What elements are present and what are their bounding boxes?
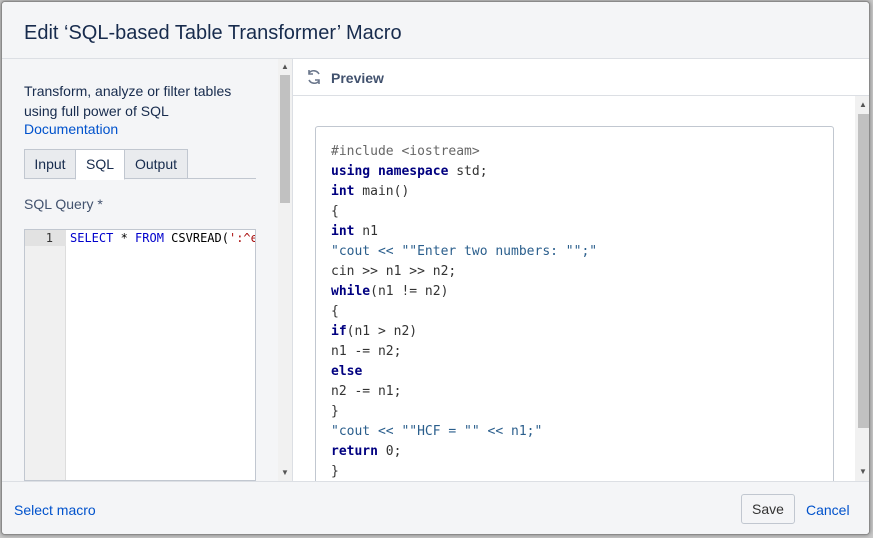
preview-scrollbar[interactable]: ▲ ▼ — [855, 96, 869, 481]
left-scroll-thumb[interactable] — [280, 75, 290, 203]
code-line: using namespace std; — [331, 164, 488, 179]
code-keyword: if — [331, 324, 347, 339]
sql-editor[interactable]: 1 SELECT * FROM CSVREAD(':^e — [24, 229, 256, 481]
code-line: cin >> n1 >> n2; — [331, 264, 457, 279]
dialog-title: Edit ‘SQL-based Table Transformer’ Macro — [24, 22, 402, 44]
code-line: "cout << ""Enter two numbers: "";" — [331, 244, 598, 259]
code-block: #include <iostream> using namespace std;… — [315, 126, 834, 481]
code-keyword: int — [331, 224, 355, 239]
code-keyword: return — [331, 444, 378, 459]
tab-sql[interactable]: SQL — [75, 149, 125, 180]
code-line: { — [331, 204, 339, 219]
sql-function: CSVREAD( — [163, 231, 229, 245]
sql-query-label: SQL Query * — [24, 196, 103, 212]
code-keyword: while — [331, 284, 371, 299]
line-number: 1 — [25, 230, 66, 246]
code-line: "cout << ""HCF = "" << n1;" — [331, 424, 543, 439]
macro-dialog: Edit ‘SQL-based Table Transformer’ Macro… — [1, 1, 870, 535]
code-line: n2 -= n1; — [331, 384, 402, 399]
documentation-link[interactable]: Documentation — [24, 121, 118, 137]
code-line: int n1 — [331, 224, 378, 239]
save-button[interactable]: Save — [741, 494, 795, 524]
code-line: while(n1 != n2) — [331, 284, 449, 299]
code-line: } — [331, 464, 339, 479]
code-line: if(n1 > n2) — [331, 324, 418, 339]
code-line: #include <iostream> — [331, 144, 480, 159]
sql-keyword-select: SELECT — [70, 231, 114, 245]
sql-code-line[interactable]: SELECT * FROM CSVREAD(':^e — [70, 230, 256, 246]
dialog-footer: Select macro Save Cancel — [2, 481, 869, 534]
dialog-header: Edit ‘SQL-based Table Transformer’ Macro — [2, 2, 869, 59]
editor-gutter: 1 — [25, 230, 66, 480]
code-keyword: using namespace — [331, 164, 449, 179]
tab-bar: Input SQL Output — [24, 149, 256, 180]
preview-panel: Preview #include <iostream> using namesp… — [292, 59, 869, 481]
preview-scroll-thumb[interactable] — [858, 114, 869, 428]
preview-pane: #include <iostream> using namespace std;… — [293, 96, 856, 481]
tab-input[interactable]: Input — [24, 149, 76, 179]
left-scrollbar[interactable]: ▲ ▼ — [278, 59, 292, 481]
code-line: } — [331, 404, 339, 419]
code-line: { — [331, 304, 339, 319]
sql-string: ':^e — [228, 231, 256, 245]
preview-header: Preview — [293, 59, 869, 96]
select-macro-link[interactable]: Select macro — [14, 502, 96, 518]
scroll-up-arrow-icon[interactable]: ▲ — [859, 100, 867, 109]
left-panel: Transform, analyze or filter tables usin… — [2, 59, 292, 481]
code-line: else — [331, 364, 363, 379]
code-line: n1 -= n2; — [331, 344, 402, 359]
refresh-icon[interactable] — [305, 68, 323, 86]
code-line: int main() — [331, 184, 410, 199]
code-line: return 0; — [331, 444, 402, 459]
scroll-up-arrow-icon[interactable]: ▲ — [281, 62, 289, 71]
sql-operator: * — [113, 231, 136, 245]
tab-output[interactable]: Output — [124, 149, 188, 179]
sql-keyword-from: FROM — [135, 231, 164, 245]
macro-description: Transform, analyze or filter tables usin… — [24, 83, 232, 119]
scroll-down-arrow-icon[interactable]: ▼ — [281, 468, 289, 477]
scroll-down-arrow-icon[interactable]: ▼ — [859, 467, 867, 476]
preview-label: Preview — [331, 70, 384, 86]
cancel-link[interactable]: Cancel — [806, 502, 850, 518]
code-keyword: int — [331, 184, 355, 199]
